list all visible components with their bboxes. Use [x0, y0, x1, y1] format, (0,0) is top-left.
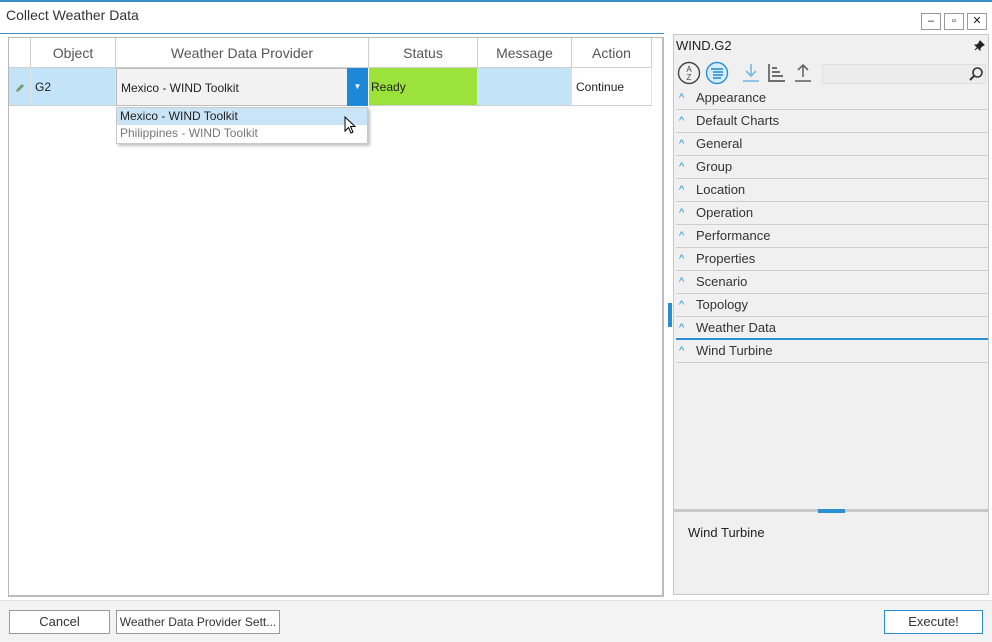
provider-dropdown-list: Mexico - WIND Toolkit Philippines - WIND…	[116, 107, 368, 144]
chevron-up-icon: ^	[679, 138, 685, 150]
chevron-up-icon: ^	[679, 184, 685, 196]
chevron-up-icon: ^	[679, 345, 685, 357]
column-header-provider[interactable]: Weather Data Provider	[116, 38, 369, 68]
chevron-up-icon: ^	[679, 92, 685, 104]
cancel-button[interactable]: Cancel	[9, 610, 110, 634]
category-weather-data[interactable]: ^ Weather Data	[676, 317, 988, 340]
category-default-charts[interactable]: ^ Default Charts	[676, 110, 988, 133]
row-header-corner	[9, 38, 31, 68]
provider-settings-button[interactable]: Weather Data Provider Sett...	[116, 610, 280, 634]
chevron-up-icon: ^	[679, 276, 685, 288]
execute-button[interactable]: Execute!	[884, 610, 983, 634]
maximize-button[interactable]: ▫	[944, 13, 964, 30]
category-scenario[interactable]: ^ Scenario	[676, 271, 988, 294]
dropdown-option-mexico[interactable]: Mexico - WIND Toolkit	[117, 108, 367, 125]
column-header-message[interactable]: Message	[478, 38, 572, 68]
splitter-grip[interactable]	[818, 509, 845, 513]
export-icon[interactable]	[791, 61, 815, 85]
column-header-object[interactable]: Object	[31, 38, 116, 68]
pane-splitter-handle[interactable]	[668, 303, 672, 327]
dropdown-arrow-button[interactable]: ▼	[347, 68, 368, 106]
provider-combobox[interactable]: Mexico - WIND Toolkit	[116, 68, 347, 106]
pin-icon[interactable]	[973, 40, 985, 52]
category-wind-turbine[interactable]: ^ Wind Turbine	[676, 340, 988, 363]
category-appearance[interactable]: ^ Appearance	[676, 87, 988, 110]
search-icon[interactable]	[968, 66, 984, 82]
column-header-status[interactable]: Status	[369, 38, 478, 68]
close-button[interactable]: ✕	[967, 13, 987, 30]
minimize-button[interactable]: –	[921, 13, 941, 30]
chevron-up-icon: ^	[679, 253, 685, 265]
category-group[interactable]: ^ Group	[676, 156, 988, 179]
cell-object[interactable]: G2	[31, 68, 116, 106]
window-top-border	[0, 0, 992, 2]
mouse-cursor-icon	[344, 116, 357, 134]
column-header-action[interactable]: Action	[572, 38, 652, 68]
chevron-up-icon: ^	[679, 230, 685, 242]
title-divider	[0, 33, 664, 34]
cell-action[interactable]: Continue	[572, 68, 652, 106]
chevron-up-icon: ^	[679, 207, 685, 219]
dropdown-option-philippines[interactable]: Philippines - WIND Toolkit	[117, 125, 367, 142]
category-general[interactable]: ^ General	[676, 133, 988, 156]
category-location[interactable]: ^ Location	[676, 179, 988, 202]
sort-categorized-icon[interactable]	[705, 61, 729, 85]
window-title: Collect Weather Data	[6, 7, 139, 23]
cell-message[interactable]	[478, 68, 572, 106]
property-description: Wind Turbine	[688, 525, 765, 540]
properties-search-input[interactable]	[822, 64, 986, 84]
chevron-up-icon: ^	[679, 115, 685, 127]
category-operation[interactable]: ^ Operation	[676, 202, 988, 225]
cell-status[interactable]: Ready	[369, 68, 478, 106]
tree-icon[interactable]	[765, 61, 789, 85]
category-properties[interactable]: ^ Properties	[676, 248, 988, 271]
row-indicator[interactable]	[9, 68, 31, 106]
category-topology[interactable]: ^ Topology	[676, 294, 988, 317]
import-icon[interactable]	[739, 61, 763, 85]
sort-alphabetical-icon[interactable]: A Z	[677, 61, 701, 85]
category-performance[interactable]: ^ Performance	[676, 225, 988, 248]
svg-text:Z: Z	[687, 73, 692, 82]
chevron-up-icon: ^	[679, 299, 685, 311]
edit-pencil-icon	[16, 83, 24, 92]
chevron-up-icon: ^	[679, 161, 685, 173]
properties-title: WIND.G2	[676, 38, 732, 53]
chevron-up-icon: ^	[679, 322, 685, 334]
